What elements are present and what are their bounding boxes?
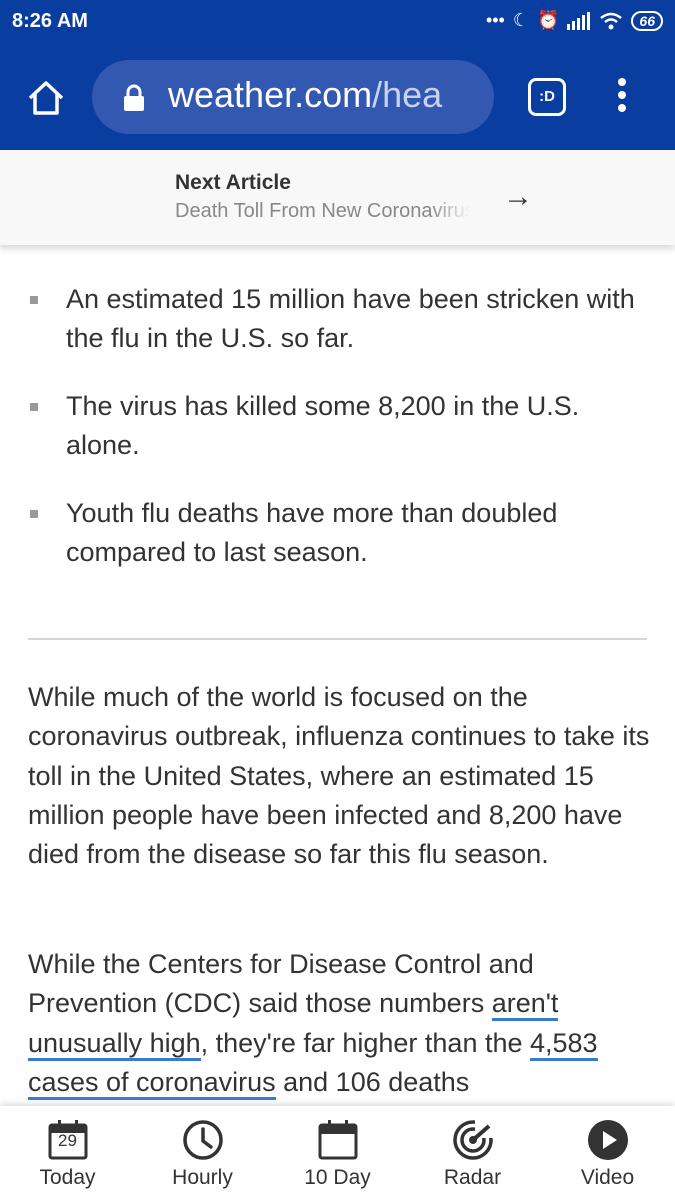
status-icons: ••• ☾ ⏰ 66 (486, 10, 663, 31)
list-item: An estimated 15 million have been strick… (0, 280, 675, 358)
moon-icon: ☾ (512, 10, 529, 30)
list-item: The virus has killed some 8,200 in the U… (0, 387, 675, 465)
calendar-day-number: 29 (58, 1131, 77, 1150)
status-time: 8:26 AM (12, 10, 88, 32)
article-paragraph: While much of the world is focused on th… (28, 682, 650, 870)
nav-label: Today (39, 1166, 96, 1189)
next-article-heading: Next Article (175, 171, 291, 194)
nav-today[interactable]: 29 Today (0, 1106, 135, 1200)
list-item-text: An estimated 15 million have been strick… (66, 284, 635, 353)
nav-label: Radar (443, 1166, 502, 1189)
nav-hourly[interactable]: Hourly (135, 1106, 270, 1200)
bullet-marker (30, 296, 38, 304)
tab-switcher-button[interactable]: :D (528, 78, 566, 116)
overflow-menu-icon[interactable] (612, 78, 632, 118)
clock-icon (181, 1118, 225, 1162)
article-summary-list: An estimated 15 million have been strick… (0, 280, 675, 601)
list-item-text: Youth flu deaths have more than doubled … (66, 498, 558, 567)
browser-toolbar: weather.com/hea :D (0, 46, 675, 150)
calendar-icon (316, 1118, 360, 1162)
nav-label: Hourly (172, 1166, 233, 1189)
nav-label: 10 Day (304, 1166, 371, 1189)
radar-icon (451, 1118, 495, 1162)
url-path: /hea (372, 74, 443, 115)
battery-indicator: 66 (631, 10, 663, 31)
article-paragraph: While the Centers for Disease Control an… (28, 945, 653, 1102)
next-article-title[interactable]: Death Toll From New Coronavirus (175, 200, 470, 223)
url-text[interactable]: weather.com/hea (168, 74, 442, 116)
nav-radar[interactable]: Radar (405, 1106, 540, 1200)
paragraph-text: and 106 deaths (275, 1066, 470, 1097)
bullet-marker (30, 510, 38, 518)
paragraph-text: , they're far higher than the (200, 1027, 530, 1058)
list-item-text: The virus has killed some 8,200 in the U… (66, 391, 580, 460)
next-article-banner[interactable]: Next Article Death Toll From New Coronav… (0, 150, 675, 245)
nav-video[interactable]: Video (540, 1106, 675, 1200)
lock-icon (124, 84, 144, 111)
address-bar[interactable]: weather.com/hea (92, 60, 494, 134)
bullet-marker (30, 403, 38, 411)
nav-10-day[interactable]: 10 Day (270, 1106, 405, 1200)
calendar-day-icon: 29 (46, 1118, 90, 1162)
divider (28, 638, 647, 640)
home-icon[interactable] (26, 78, 66, 118)
more-notifications-icon: ••• (485, 10, 505, 30)
signal-icon (567, 11, 591, 30)
status-bar: 8:26 AM ••• ☾ ⏰ 66 (0, 0, 675, 46)
arrow-right-icon[interactable]: → (503, 180, 533, 214)
bottom-navigation: 29 Today Hourly 10 Day Radar Video (0, 1106, 675, 1200)
list-item: Youth flu deaths have more than doubled … (0, 494, 675, 572)
play-icon (586, 1118, 630, 1162)
wifi-icon (600, 12, 623, 29)
url-domain: weather.com (168, 74, 373, 115)
nav-label: Video (580, 1166, 635, 1189)
alarm-icon: ⏰ (537, 10, 560, 30)
paragraph-text: While the Centers for Disease Control an… (28, 949, 534, 1019)
